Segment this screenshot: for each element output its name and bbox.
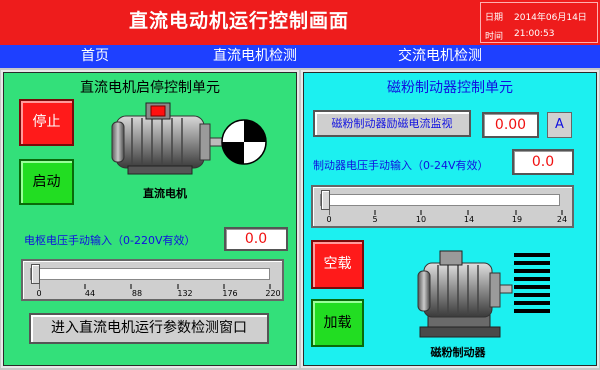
motor-caption: 直流电机 [143,187,187,200]
current-unit: A [547,112,572,138]
brake-voltage-slider[interactable] [311,185,574,228]
start-button[interactable]: 启动 [19,159,74,205]
slider-track [320,194,560,206]
tick-label: 5 [372,215,378,224]
brake-voltage-label: 制动器电压手动输入（0-24V有效） [313,159,489,172]
tick-label: 176 [222,289,238,298]
magnetic-powder-brake-icon [417,250,550,338]
tick-label: 88 [131,289,143,298]
armature-voltage-field[interactable]: 0.0 [224,227,288,251]
excitation-current-monitor-button[interactable]: 磁粉制动器励磁电流监视 [313,110,471,137]
slider-thumb[interactable] [31,264,40,284]
date-value: 2014年06月14日 [514,13,587,23]
nav-item-dc-motor[interactable]: 直流电机检测 [195,45,315,68]
coil-stripes-icon [514,253,550,313]
nav-item-ac-motor[interactable]: 交流电机检测 [380,45,500,68]
tick-label: 44 [84,289,96,298]
datetime-box: 日期 2014年06月14日 时间 21:00:53 [480,2,598,43]
tick-label: 0 [36,289,42,298]
brake-voltage-field[interactable]: 0.0 [512,149,574,175]
tick-label: 19 [511,215,523,224]
nav-item-home[interactable]: 首页 [60,45,130,68]
armature-voltage-slider[interactable] [21,259,284,301]
dc-motor-icon [111,102,267,175]
tick-label: 220 [265,289,281,298]
stop-button[interactable]: 停止 [19,99,74,146]
enter-dc-monitor-button[interactable]: 进入直流电机运行参数检测窗口 [29,313,269,344]
page-title: 直流电动机运行控制画面 [128,10,349,32]
time-label: 时间 [485,32,504,42]
tick-label: 0 [326,215,332,224]
excitation-current-field: 0.00 [482,112,539,138]
tick-label: 132 [177,289,193,298]
armature-voltage-label: 电枢电压手动输入（0-220V有效） [24,234,196,247]
brake-caption: 磁粉制动器 [430,346,486,359]
right-panel-title: 磁粉制动器控制单元 [387,80,513,96]
left-panel-title: 直流电机启停控制单元 [80,80,220,96]
date-label: 日期 [485,13,504,23]
no-load-button[interactable]: 空载 [311,240,364,289]
slider-track [30,268,270,280]
time-value: 21:00:53 [514,29,555,39]
load-button[interactable]: 加载 [311,299,364,347]
tick-label: 14 [463,215,475,224]
tick-label: 10 [415,215,427,224]
slider-thumb[interactable] [321,190,330,210]
tick-label: 24 [556,215,568,224]
